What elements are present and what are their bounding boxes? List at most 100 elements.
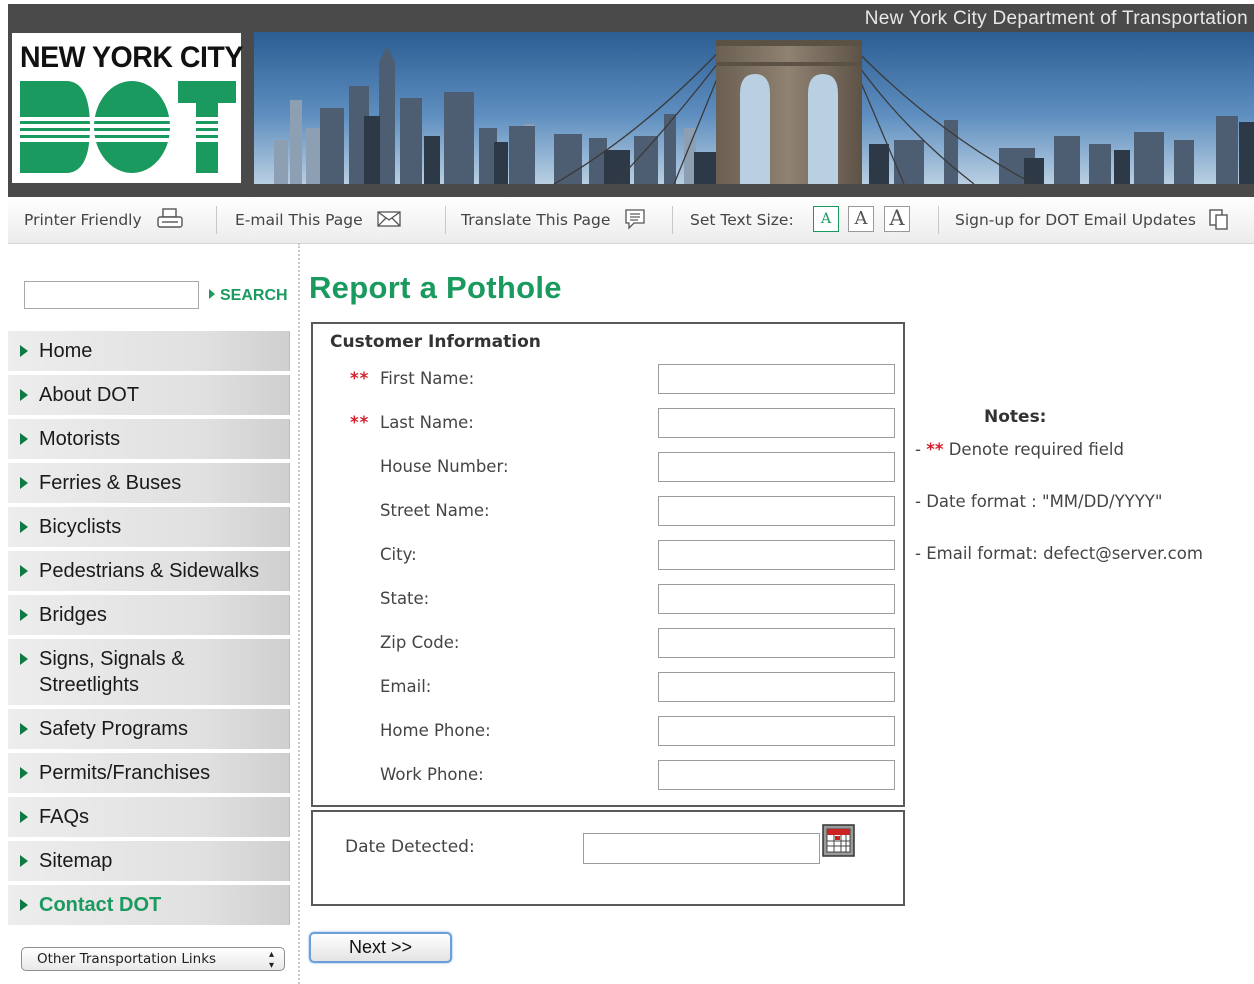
- copy-pages-icon: [1209, 208, 1228, 230]
- note-required-field: - ** Denote required field: [915, 440, 1124, 459]
- state-label: State:: [380, 589, 430, 608]
- utility-separator: [938, 206, 939, 234]
- sidebar-item-label: Home: [39, 340, 93, 362]
- home-phone-field[interactable]: [658, 716, 895, 746]
- skyline-banner-image: [254, 32, 1254, 184]
- email-page-label: E-mail This Page: [235, 211, 363, 229]
- email-updates-signup-label: Sign-up for DOT Email Updates: [955, 211, 1196, 229]
- last-name-field[interactable]: [658, 408, 895, 438]
- required-marker: **: [926, 440, 944, 459]
- dot-logo-mark: [20, 81, 236, 173]
- customer-information-section: Customer Information ** First Name: ** L…: [311, 322, 905, 807]
- sidebar-item-faqs[interactable]: FAQs: [8, 797, 290, 837]
- email-field[interactable]: [658, 672, 895, 702]
- sidebar-item-home[interactable]: Home: [8, 331, 290, 371]
- sidebar-item-permits-franchises[interactable]: Permits/Franchises: [8, 753, 290, 793]
- envelope-icon: [376, 210, 401, 227]
- required-marker: **: [350, 413, 370, 432]
- column-divider: [298, 243, 300, 984]
- arrow-right-icon: [20, 767, 28, 779]
- zip-code-label: Zip Code:: [380, 633, 460, 652]
- section-heading: Customer Information: [330, 332, 541, 352]
- email-updates-signup-link[interactable]: Sign-up for DOT Email Updates: [955, 197, 1231, 243]
- printer-friendly-link[interactable]: Printer Friendly: [24, 197, 185, 243]
- street-name-label: Street Name:: [380, 501, 490, 520]
- work-phone-field[interactable]: [658, 760, 895, 790]
- zip-code-field[interactable]: [658, 628, 895, 658]
- note-dash: -: [915, 440, 927, 459]
- text-size-medium-button[interactable]: A: [848, 206, 874, 232]
- search-button[interactable]: SEARCH: [209, 287, 288, 305]
- sidebar-item-pedestrians-sidewalks[interactable]: Pedestrians & Sidewalks: [8, 551, 290, 591]
- city-label: City:: [380, 545, 417, 564]
- utility-separator: [216, 206, 217, 234]
- utility-bar: Printer Friendly E-mail This Page Transl…: [8, 197, 1254, 244]
- site-header: New York City Department of Transportati…: [8, 4, 1254, 197]
- utility-separator: [672, 206, 673, 234]
- other-links-selected-value: Other Transportation Links: [37, 951, 217, 967]
- sidebar-item-label: Pedestrians & Sidewalks: [39, 560, 260, 582]
- note-text: Denote required field: [943, 440, 1124, 459]
- translate-page-link[interactable]: Translate This Page: [461, 197, 647, 243]
- sidebar-item-sitemap[interactable]: Sitemap: [8, 841, 290, 881]
- arrow-right-icon: [209, 289, 215, 299]
- required-marker: **: [350, 369, 370, 388]
- arrow-right-icon: [20, 389, 28, 401]
- sidebar-item-ferries-buses[interactable]: Ferries & Buses: [8, 463, 290, 503]
- state-field[interactable]: [658, 584, 895, 614]
- sidebar-item-motorists[interactable]: Motorists: [8, 419, 290, 459]
- note-text: Date format : "MM/DD/YYYY": [926, 492, 1163, 511]
- first-name-label: First Name:: [380, 369, 475, 388]
- sidebar-item-label: Safety Programs: [39, 718, 188, 740]
- sidebar-item-contact-dot[interactable]: Contact DOT: [8, 885, 290, 925]
- sidebar-item-label: Bridges: [39, 604, 107, 626]
- arrow-right-icon: [20, 565, 28, 577]
- sidebar-item-bridges[interactable]: Bridges: [8, 595, 290, 635]
- sidebar-item-about-dot[interactable]: About DOT: [8, 375, 290, 415]
- utility-separator: [445, 206, 446, 234]
- home-phone-label: Home Phone:: [380, 721, 491, 740]
- arrow-right-icon: [20, 653, 28, 665]
- sidebar-item-label: FAQs: [39, 806, 90, 828]
- sidebar-item-safety-programs[interactable]: Safety Programs: [8, 709, 290, 749]
- sidebar-item-signs-signals-streetlights[interactable]: Signs, Signals & Streetlights: [8, 639, 290, 705]
- arrow-right-icon: [20, 855, 28, 867]
- house-number-field[interactable]: [658, 452, 895, 482]
- house-number-label: House Number:: [380, 457, 509, 476]
- date-detected-section: Date Detected:: [311, 810, 905, 906]
- select-arrows-icon: ▴ ▾: [268, 949, 274, 971]
- arrow-right-icon: [20, 345, 28, 357]
- note-dash: -: [915, 492, 927, 511]
- first-name-field[interactable]: [658, 364, 895, 394]
- notes-title: Notes:: [984, 407, 1047, 427]
- search-input[interactable]: [24, 281, 199, 309]
- email-page-link[interactable]: E-mail This Page: [235, 197, 402, 243]
- sidebar-item-label: Sitemap: [39, 850, 113, 872]
- translate-page-label: Translate This Page: [461, 211, 611, 229]
- street-name-field[interactable]: [658, 496, 895, 526]
- sidebar-item-bicyclists[interactable]: Bicyclists: [8, 507, 290, 547]
- search-button-label: SEARCH: [220, 287, 288, 304]
- city-field[interactable]: [658, 540, 895, 570]
- calendar-icon[interactable]: [822, 824, 855, 857]
- note-dash: -: [915, 544, 927, 563]
- next-button[interactable]: Next >>: [309, 932, 452, 963]
- speech-bubble-icon: [625, 208, 646, 230]
- header-bottom-bar: [8, 184, 1254, 197]
- arrow-right-icon: [20, 723, 28, 735]
- sidebar-item-label: Motorists: [39, 428, 121, 450]
- text-size-large-button[interactable]: A: [884, 206, 910, 232]
- arrow-right-icon: [20, 811, 28, 823]
- text-size-small-button[interactable]: A: [813, 206, 839, 232]
- sidebar-item-label: Permits/Franchises: [39, 762, 211, 784]
- date-detected-field[interactable]: [583, 833, 820, 864]
- date-detected-label: Date Detected:: [345, 837, 475, 857]
- other-transportation-links-select[interactable]: Other Transportation Links ▴ ▾: [21, 947, 285, 971]
- arrow-right-icon: [20, 477, 28, 489]
- printer-icon: [156, 207, 183, 228]
- last-name-label: Last Name:: [380, 413, 474, 432]
- note-email-format: - Email format: defect@server.com: [915, 544, 1203, 563]
- nyc-dot-logo[interactable]: NEW YORK CITY: [12, 33, 243, 183]
- printer-friendly-label: Printer Friendly: [24, 211, 142, 229]
- agency-name: New York City Department of Transportati…: [864, 8, 1248, 29]
